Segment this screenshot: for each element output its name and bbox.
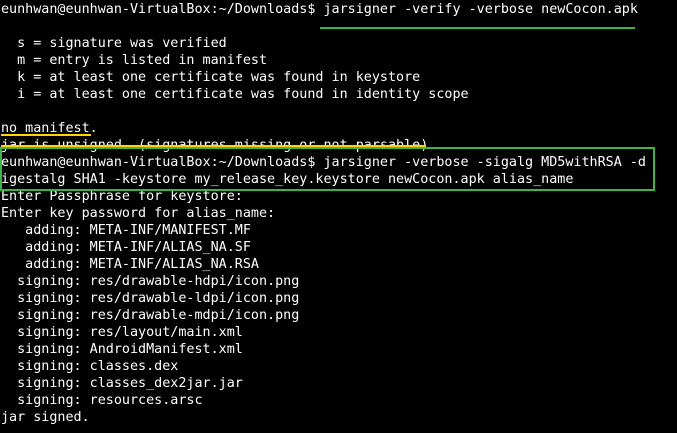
terminal-line-legend-m: m = entry is listed in manifest [1, 53, 268, 68]
jar-unsigned-strike-annotation [1, 145, 426, 147]
terminal-line-signing: signing: res/drawable-mdpi/icon.png [1, 308, 300, 323]
terminal-line-key-password: Enter key password for alias_name: [1, 206, 276, 221]
terminal-line-legend-i: i = at least one certificate was found i… [1, 87, 469, 102]
terminal-line-prompt-sign-2: igestalg SHA1 -keystore my_release_key.k… [1, 172, 574, 187]
terminal-window[interactable]: eunhwan@eunhwan-VirtualBox:~/Downloads$ … [0, 0, 677, 433]
terminal-line-passphrase: Enter Passphrase for keystore: [1, 189, 243, 204]
terminal-line-signing: signing: res/drawable-ldpi/icon.png [1, 291, 300, 306]
terminal-line-no-manifest: no manifest. [1, 121, 98, 136]
command-underline-annotation [320, 27, 635, 29]
terminal-line-prompt-sign-1: eunhwan@eunhwan-VirtualBox:~/Downloads$ … [1, 155, 646, 170]
terminal-line-signing: signing: classes_dex2jar.jar [1, 376, 243, 391]
no-manifest-underline-annotation [1, 134, 91, 136]
terminal-line-signing: signing: res/drawable-hdpi/icon.png [1, 274, 300, 289]
terminal-line-signing: signing: AndroidManifest.xml [1, 342, 243, 357]
terminal-line-signing: signing: classes.dex [1, 359, 179, 374]
terminal-line-signing: signing: res/layout/main.xml [1, 325, 243, 340]
terminal-line-adding: adding: META-INF/MANIFEST.MF [1, 223, 251, 238]
terminal-line-adding: adding: META-INF/ALIAS_NA.SF [1, 240, 251, 255]
terminal-line-legend-s: s = signature was verified [1, 36, 227, 51]
terminal-line-adding: adding: META-INF/ALIAS_NA.RSA [1, 257, 259, 272]
terminal-line-prompt-verify: eunhwan@eunhwan-VirtualBox:~/Downloads$ … [1, 2, 638, 17]
terminal-line-jar-signed: jar signed. [1, 410, 90, 425]
terminal-line-signing: signing: resources.arsc [1, 393, 203, 408]
terminal-line-legend-k: k = at least one certificate was found i… [1, 70, 421, 85]
